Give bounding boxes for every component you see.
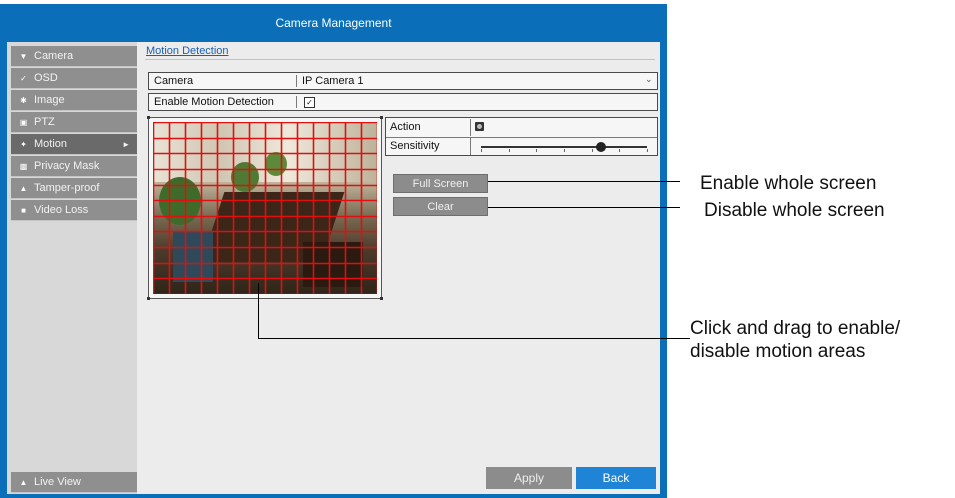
- camera-select[interactable]: Camera IP Camera 1 ⌄: [148, 72, 658, 90]
- live-view-button[interactable]: ▲ Live View: [11, 472, 138, 493]
- enable-motion-row: Enable Motion Detection ✓: [148, 93, 658, 111]
- apply-button[interactable]: Apply: [486, 467, 572, 489]
- tamper-proof-icon: ▲: [19, 183, 28, 193]
- action-settings-button[interactable]: [475, 122, 484, 131]
- sidebar-item-label: OSD: [34, 71, 58, 84]
- slider-tick: [536, 149, 538, 152]
- window-body: ▼ Camera ✓ OSD ✱ Image ▣ PTZ ✦ Motion ► …: [7, 42, 660, 494]
- callout-drag-line-1: Click and drag to enable/: [690, 318, 901, 339]
- enable-motion-checkbox[interactable]: ✓: [304, 97, 315, 108]
- camera-preview[interactable]: [153, 122, 377, 294]
- sidebar-item-tamper-proof[interactable]: ▲ Tamper-proof: [11, 178, 138, 199]
- window-title: Camera Management: [275, 16, 392, 30]
- tab-motion-detection[interactable]: Motion Detection: [146, 45, 229, 57]
- sidebar-item-label: PTZ: [34, 115, 55, 128]
- callout-line-drag-vertical: [258, 283, 259, 338]
- sensitivity-slider-handle[interactable]: [595, 142, 606, 152]
- sidebar: ▼ Camera ✓ OSD ✱ Image ▣ PTZ ✦ Motion ► …: [7, 42, 138, 494]
- camera-label: Camera: [154, 75, 194, 87]
- camera-icon: ▼: [19, 51, 28, 61]
- sensitivity-label: Sensitivity: [390, 140, 440, 152]
- chevron-right-icon: ►: [122, 139, 130, 149]
- callout-line-clear: [488, 207, 680, 208]
- callout-drag-line-2: disable motion areas: [690, 341, 866, 362]
- divider: [470, 119, 471, 136]
- resize-handle: [147, 297, 150, 300]
- image-icon: ✱: [20, 95, 27, 105]
- video-loss-icon: ■: [21, 205, 26, 215]
- sidebar-item-label: Privacy Mask: [34, 159, 100, 172]
- slider-tick: [564, 149, 565, 152]
- motion-icon: ✦: [20, 139, 27, 149]
- camera-management-window: Camera Management ▼ Camera ✓ OSD ✱ Image…: [0, 4, 667, 498]
- divider: [296, 75, 297, 87]
- slider-tick: [647, 149, 648, 152]
- chevron-down-icon: ⌄: [645, 74, 653, 84]
- sidebar-item-label: Video Loss: [34, 203, 89, 216]
- action-label: Action: [390, 121, 421, 133]
- resize-handle: [380, 116, 383, 119]
- sensitivity-slider-track[interactable]: [481, 146, 647, 148]
- sidebar-item-label: Motion: [34, 137, 68, 150]
- camera-value: IP Camera 1: [302, 75, 364, 87]
- resize-handle: [147, 116, 150, 119]
- sidebar-item-motion[interactable]: ✦ Motion ►: [11, 134, 138, 155]
- osd-icon: ✓: [20, 73, 27, 83]
- home-icon: ▲: [19, 477, 28, 487]
- sidebar-item-ptz[interactable]: ▣ PTZ: [11, 112, 138, 133]
- sidebar-item-camera[interactable]: ▼ Camera: [11, 46, 138, 67]
- resize-handle: [380, 297, 383, 300]
- sidebar-item-label: Tamper-proof: [34, 181, 100, 194]
- callout-disable-whole-screen: Disable whole screen: [704, 200, 885, 221]
- motion-area-editor[interactable]: [147, 116, 383, 300]
- sidebar-item-privacy-mask[interactable]: ▩ Privacy Mask: [11, 156, 138, 177]
- title-divider: [145, 59, 655, 60]
- slider-tick: [481, 149, 482, 152]
- motion-grid[interactable]: [153, 122, 377, 294]
- sidebar-item-osd[interactable]: ✓ OSD: [11, 68, 138, 89]
- privacy-mask-icon: ▩: [19, 161, 28, 171]
- row-separator: [386, 137, 657, 138]
- motion-settings-box: Action Sensitivity: [385, 117, 658, 156]
- sidebar-item-video-loss[interactable]: ■ Video Loss: [11, 200, 138, 221]
- callout-line-full-screen: [488, 181, 680, 182]
- back-button[interactable]: Back: [576, 467, 656, 489]
- slider-tick: [619, 149, 621, 152]
- divider: [296, 96, 297, 108]
- callout-enable-whole-screen: Enable whole screen: [700, 173, 877, 194]
- full-screen-button[interactable]: Full Screen: [393, 174, 488, 193]
- ptz-icon: ▣: [19, 117, 28, 127]
- clear-button[interactable]: Clear: [393, 197, 488, 216]
- content-panel: Motion Detection Camera IP Camera 1 ⌄ En…: [137, 42, 660, 494]
- live-view-label: Live View: [34, 475, 81, 488]
- sidebar-item-label: Camera: [34, 49, 74, 62]
- sidebar-item-label: Image: [34, 93, 65, 106]
- enable-motion-label: Enable Motion Detection: [154, 96, 274, 108]
- slider-tick: [508, 149, 510, 152]
- sidebar-item-image[interactable]: ✱ Image: [11, 90, 138, 111]
- slider-tick: [591, 149, 593, 152]
- divider: [470, 138, 471, 155]
- callout-line-drag: [258, 338, 690, 339]
